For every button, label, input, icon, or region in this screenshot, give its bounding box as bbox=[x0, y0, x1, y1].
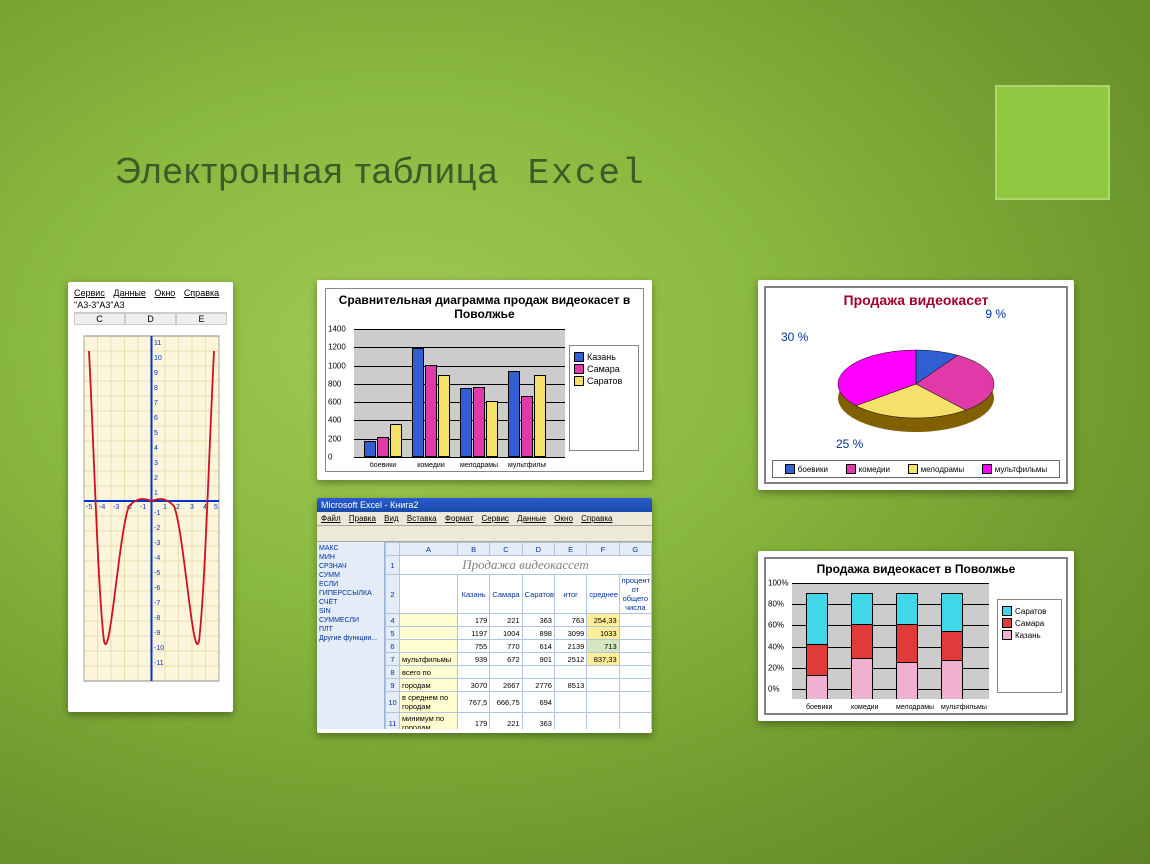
svg-text:10: 10 bbox=[154, 355, 162, 362]
svg-text:-3: -3 bbox=[154, 540, 160, 547]
svg-text:-7: -7 bbox=[154, 600, 160, 607]
menu-data2[interactable]: Данные bbox=[517, 514, 546, 523]
svg-text:-10: -10 bbox=[154, 645, 164, 652]
card-pie-chart: Продажа видеокасет 9 % 30 % 25 % боевики… bbox=[758, 280, 1074, 490]
menu-view[interactable]: Вид bbox=[384, 514, 398, 523]
pie-legend: боевики комедии мелодрамы мультфильмы bbox=[772, 460, 1060, 478]
svg-text:-5: -5 bbox=[154, 570, 160, 577]
menu-format[interactable]: Формат bbox=[445, 514, 473, 523]
svg-text:2: 2 bbox=[176, 504, 180, 511]
svg-text:11: 11 bbox=[154, 340, 161, 347]
col-e[interactable]: E bbox=[176, 313, 227, 325]
title-main: Электронная таблица bbox=[115, 150, 499, 191]
svg-text:-4: -4 bbox=[99, 504, 105, 511]
spreadsheet-grid[interactable]: ABCDEFG1Продажа видеокассет2КазаньСамара… bbox=[385, 542, 652, 729]
svg-text:1: 1 bbox=[163, 504, 167, 511]
svg-text:1: 1 bbox=[154, 490, 158, 497]
svg-text:8: 8 bbox=[154, 385, 158, 392]
card-excel-line-chart: Сервис Данные Окно Справка "A3-3"A3"A3 C… bbox=[68, 282, 233, 712]
pie-leg-3: мультфильмы bbox=[995, 465, 1047, 474]
svg-text:-2: -2 bbox=[154, 525, 160, 532]
menu-data[interactable]: Данные bbox=[113, 288, 146, 298]
svg-text:4: 4 bbox=[154, 445, 158, 452]
svg-text:-9: -9 bbox=[154, 630, 160, 637]
decorative-square bbox=[995, 85, 1110, 200]
svg-text:3: 3 bbox=[154, 460, 158, 467]
pie-label-30: 30 % bbox=[781, 330, 808, 344]
slide-title: Электронная таблица Excel bbox=[115, 150, 646, 194]
column-headers: C D E bbox=[74, 313, 227, 325]
svg-text:-3: -3 bbox=[113, 504, 119, 511]
svg-text:5: 5 bbox=[214, 504, 218, 511]
svg-text:7: 7 bbox=[154, 400, 158, 407]
excel-menu-bar: Сервис Данные Окно Справка bbox=[74, 288, 227, 298]
svg-text:2: 2 bbox=[154, 475, 158, 482]
menu-insert[interactable]: Вставка bbox=[407, 514, 437, 523]
svg-text:-8: -8 bbox=[154, 615, 160, 622]
menu-edit[interactable]: Правка bbox=[349, 514, 376, 523]
bar-plot-area: боевикикомедиимелодрамымультфильмы 02004… bbox=[326, 325, 565, 471]
svg-text:6: 6 bbox=[154, 415, 158, 422]
pie-label-9: 9 % bbox=[985, 307, 1006, 321]
col-c[interactable]: C bbox=[74, 313, 125, 325]
legend-saratov: Саратов bbox=[587, 376, 622, 386]
pie-title: Продажа видеокасет bbox=[766, 288, 1066, 312]
pie-leg-2: мелодрамы bbox=[921, 465, 965, 474]
line-chart-svg: 1110987654321 -1-2-3-4-5-6-7-8-9-10-11 -… bbox=[74, 331, 224, 691]
col-d[interactable]: D bbox=[125, 313, 176, 325]
stack-title: Продажа видеокасет в Поволжье bbox=[766, 559, 1066, 579]
excel-toolbar bbox=[317, 526, 652, 542]
title-excel: Excel bbox=[528, 153, 646, 194]
pie-svg bbox=[766, 312, 1066, 456]
stack-leg-0: Саратов bbox=[1015, 607, 1046, 616]
pie-label-25: 25 % bbox=[836, 437, 863, 451]
legend-samara: Самара bbox=[587, 364, 620, 374]
excel-titlebar: Microsoft Excel - Книга2 bbox=[317, 498, 652, 512]
stack-leg-1: Самара bbox=[1015, 619, 1044, 628]
svg-text:5: 5 bbox=[154, 430, 158, 437]
svg-text:-4: -4 bbox=[154, 555, 160, 562]
svg-text:3: 3 bbox=[190, 504, 194, 511]
pie-leg-0: боевики bbox=[798, 465, 828, 474]
pie-leg-1: комедии bbox=[859, 465, 890, 474]
menu-window[interactable]: Окно bbox=[154, 288, 175, 298]
stack-plot: боевикикомедиимелодрамымультфильмы 0%20%… bbox=[766, 579, 993, 713]
svg-text:-6: -6 bbox=[154, 585, 160, 592]
svg-text:-5: -5 bbox=[86, 504, 92, 511]
pie-body: 9 % 30 % 25 % bbox=[766, 312, 1066, 456]
menu-help[interactable]: Справка bbox=[184, 288, 219, 298]
function-list: МАКСМИНСРЗНАЧСУММЕСЛИГИПЕРССЫЛКАСЧЁТSINС… bbox=[317, 542, 385, 729]
card-excel-table: Microsoft Excel - Книга2 Файл Правка Вид… bbox=[317, 498, 652, 733]
menu-service[interactable]: Сервис bbox=[74, 288, 105, 298]
svg-text:-1: -1 bbox=[140, 504, 146, 511]
bar-chart-title: Сравнительная диаграмма продаж видеокасе… bbox=[326, 289, 643, 325]
menu-service2[interactable]: Сервис bbox=[482, 514, 509, 523]
legend-kazan: Казань bbox=[587, 352, 616, 362]
stack-legend: Саратов Самара Казань bbox=[997, 599, 1062, 693]
stack-leg-2: Казань bbox=[1015, 631, 1041, 640]
svg-text:9: 9 bbox=[154, 370, 158, 377]
excel-menubar: Файл Правка Вид Вставка Формат Сервис Да… bbox=[317, 512, 652, 526]
card-stacked-chart: Продажа видеокасет в Поволжье боевикиком… bbox=[758, 551, 1074, 721]
bar-legend: Казань Самара Саратов bbox=[569, 345, 639, 451]
svg-text:-11: -11 bbox=[154, 660, 164, 667]
card-bar-chart: Сравнительная диаграмма продаж видеокасе… bbox=[317, 280, 652, 480]
menu-file[interactable]: Файл bbox=[321, 514, 341, 523]
formula-bar[interactable]: "A3-3"A3"A3 bbox=[74, 298, 227, 313]
menu-window2[interactable]: Окно bbox=[554, 514, 573, 523]
svg-text:-1: -1 bbox=[154, 510, 160, 517]
menu-help2[interactable]: Справка bbox=[581, 514, 612, 523]
